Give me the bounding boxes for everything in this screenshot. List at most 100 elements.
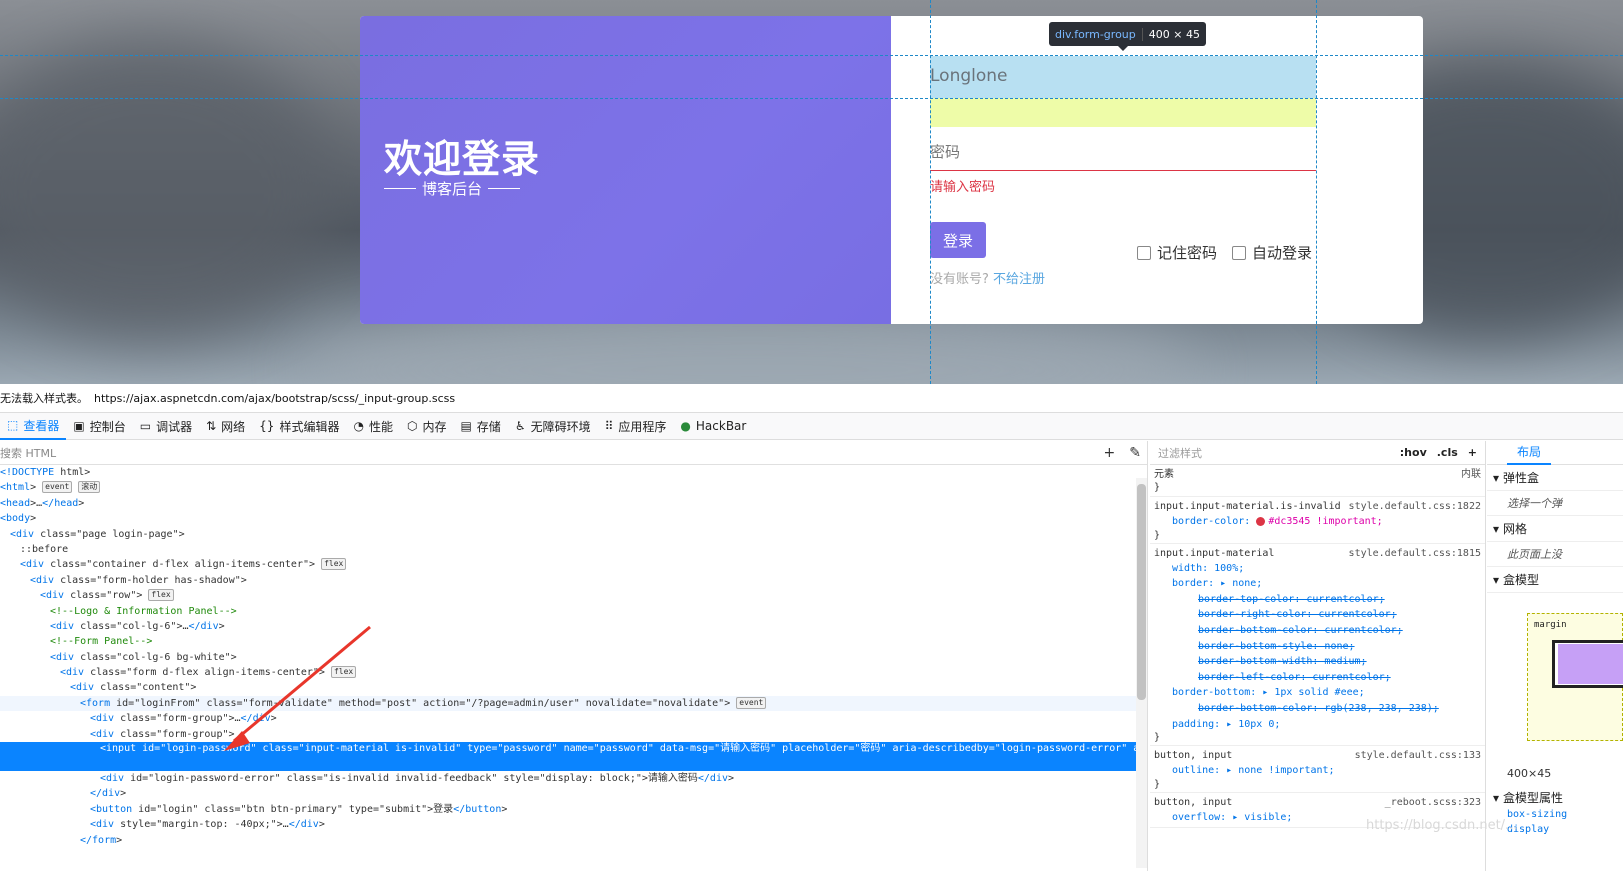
rule-selector: input.input-material <box>1154 547 1275 559</box>
background-blur <box>0 40 340 340</box>
declaration[interactable]: width: 100%; <box>1154 561 1481 577</box>
markup-node[interactable]: <!--Form Panel--> <box>0 634 1147 649</box>
tab-application[interactable]: ⠿ 应用程序 <box>598 412 674 440</box>
tab-network[interactable]: ⇅ 网络 <box>199 412 252 440</box>
cls-button[interactable]: .cls <box>1437 446 1458 459</box>
flex-badge[interactable]: flex <box>148 589 174 602</box>
tab-console[interactable]: ▣ 控制台 <box>66 412 132 440</box>
markup-node[interactable]: </form> <box>0 833 1147 848</box>
hackbar-icon: ● <box>680 419 691 433</box>
tab-memory[interactable]: ⬡ 内存 <box>400 412 454 440</box>
node-text: <div style="margin-top: -40px;">…</div> <box>90 819 325 831</box>
search-html-input[interactable]: 搜索 HTML <box>0 445 56 461</box>
rule-source[interactable]: style.default.css:1815 <box>1349 546 1481 561</box>
html-panel: 搜索 HTML + ✎ <!DOCTYPE html> <html> event … <box>0 441 1148 871</box>
tab-performance[interactable]: ◔ 性能 <box>346 412 400 440</box>
scroll-badge[interactable]: 滚动 <box>78 481 101 494</box>
markup-node[interactable]: <div class="page login-page"> <box>0 527 1147 542</box>
tab-debugger[interactable]: ▭ 调试器 <box>133 412 199 440</box>
overridden-declaration[interactable]: border-bottom-color: currentcolor; <box>1154 623 1481 639</box>
node-text: <head>…</head> <box>0 497 85 509</box>
markup-node[interactable]: <div class="form d-flex align-items-cent… <box>0 665 1147 680</box>
markup-node[interactable]: <div class="form-holder has-shadow"> <box>0 573 1147 588</box>
hov-button[interactable]: :hov <box>1400 446 1427 459</box>
rule-1: input.input-material.is-invalid style.def… <box>1150 497 1485 544</box>
html-scrollbar[interactable] <box>1136 478 1147 868</box>
chevron-down-icon: ▾ <box>1493 790 1500 805</box>
selected-node[interactable]: <input id="login-password" class="input-… <box>0 742 1147 772</box>
section-box-model[interactable]: ▾ 盒模型 <box>1487 567 1623 593</box>
overridden-declaration[interactable]: border-bottom-width: medium; <box>1154 654 1481 670</box>
remember-password-checkbox[interactable]: 记住密码 <box>1137 242 1217 263</box>
tab-hackbar[interactable]: ● HackBar <box>673 412 753 440</box>
rule-3: button, input style.default.css:133 outli… <box>1150 746 1485 793</box>
flex-badge[interactable]: flex <box>330 666 357 679</box>
event-badge[interactable]: event <box>736 696 767 709</box>
register-link[interactable]: 不给注册 <box>993 272 1045 287</box>
markup-node[interactable]: <div id="login-password-error" class="is… <box>0 771 1147 786</box>
tab-inspector[interactable]: ⬚ 查看器 <box>0 412 67 440</box>
tab-label: 应用程序 <box>618 419 667 434</box>
login-button[interactable]: 登录 <box>930 222 986 258</box>
markup-node[interactable]: <div class="content"> <box>0 680 1147 695</box>
declaration[interactable]: padding: ▸ 10px 0; <box>1154 717 1481 733</box>
rule-source[interactable]: style.default.css:1822 <box>1349 499 1481 514</box>
rules-panel: 过滤样式 :hov .cls + 元素 内联 } input.input-mate… <box>1150 441 1486 871</box>
rule-source[interactable]: _reboot.scss:323 <box>1385 795 1481 810</box>
node-text: <div class="form-holder has-shadow"> <box>30 574 247 586</box>
markup-node[interactable]: <div class="container d-flex align-items… <box>0 557 1147 572</box>
auto-login-checkbox[interactable]: 自动登录 <box>1232 242 1312 263</box>
markup-node[interactable]: <div class="row"> flex <box>0 588 1147 603</box>
password-input[interactable]: 密码 <box>930 141 960 162</box>
markup-node[interactable]: <head>…</head> <box>0 496 1147 511</box>
checkbox-icon[interactable] <box>1232 245 1246 260</box>
markup-node[interactable]: <div style="margin-top: -40px;">…</div> <box>0 817 1147 832</box>
markup-node[interactable]: <div class="col-lg-6 bg-white"> <box>0 650 1147 665</box>
rule-source[interactable]: 内联 <box>1461 467 1481 482</box>
add-node-icon[interactable]: + <box>1104 445 1116 461</box>
markup-node[interactable]: <div class="form-group"> <box>0 727 1147 742</box>
declaration[interactable]: border-bottom: ▸ 1px solid #eee; <box>1154 685 1481 701</box>
tab-label: 无障碍环境 <box>530 419 591 434</box>
overridden-declaration[interactable]: border-top-color: currentcolor; <box>1154 592 1481 608</box>
markup-node[interactable]: ::before <box>0 542 1147 557</box>
overridden-declaration[interactable]: border-bottom-style: none; <box>1154 639 1481 655</box>
markup-node[interactable]: <form id="loginFrom" class="form-validat… <box>0 695 1147 712</box>
username-input[interactable]: Longlone <box>930 66 1008 86</box>
markup-node[interactable]: <html> event 滚动 <box>0 480 1147 495</box>
markup-node[interactable]: <!DOCTYPE html> <box>0 465 1147 480</box>
section-label: 弹性盒 <box>1503 471 1540 485</box>
filter-styles-input[interactable]: 过滤样式 <box>1158 445 1202 461</box>
declaration[interactable]: border: ▸ none; <box>1154 576 1481 592</box>
overridden-declaration[interactable]: border-right-color: currentcolor; <box>1154 607 1481 623</box>
flex-badge[interactable]: flex <box>321 558 347 571</box>
tab-accessibility[interactable]: ♿ 无障碍环境 <box>508 412 598 440</box>
markup-node[interactable]: <div class="col-lg-6">…</div> <box>0 619 1147 634</box>
section-flexbox[interactable]: ▾ 弹性盒 <box>1487 465 1623 491</box>
tab-layout[interactable]: 布局 <box>1507 441 1552 465</box>
declaration[interactable]: outline: ▸ none !important; <box>1154 763 1481 779</box>
markup-node[interactable]: </div> <box>0 786 1147 801</box>
section-label: 盒模型属性 <box>1503 791 1564 805</box>
tab-storage[interactable]: ▤ 存储 <box>453 412 507 440</box>
markup-node[interactable]: <!--Logo & Information Panel--> <box>0 604 1147 619</box>
box-model-diagram: margin <box>1527 613 1623 741</box>
overridden-declaration[interactable]: border-bottom-color: rgb(238, 238, 238); <box>1154 701 1481 717</box>
layout-panel: 布局 ▾ 弹性盒 选择一个弹 ▾ 网格 此页面上没 ▾ 盒模型 margin 400×… <box>1487 441 1623 871</box>
scroll-thumb[interactable] <box>1137 484 1146 700</box>
checkbox-icon[interactable] <box>1137 245 1151 260</box>
rule-source[interactable]: style.default.css:133 <box>1355 748 1481 763</box>
markup-node[interactable]: <body> <box>0 511 1147 526</box>
tab-label: 性能 <box>368 419 393 434</box>
declaration[interactable]: border-color: #dc3545 !important; <box>1154 514 1481 530</box>
storage-icon: ▤ <box>460 419 472 433</box>
markup-node[interactable]: <button id="login" class="btn btn-primar… <box>0 802 1147 817</box>
overridden-declaration[interactable]: border-left-color: currentcolor; <box>1154 670 1481 686</box>
add-rule-icon[interactable]: + <box>1468 446 1477 459</box>
markup-node[interactable]: <div class="form-group">…</div> <box>0 711 1147 726</box>
color-swatch[interactable] <box>1256 516 1266 526</box>
tab-style-editor[interactable]: {} 样式编辑器 <box>252 412 346 440</box>
event-badge[interactable]: event <box>42 481 73 494</box>
section-grid[interactable]: ▾ 网格 <box>1487 516 1623 542</box>
eyedropper-icon[interactable]: ✎ <box>1129 445 1141 461</box>
